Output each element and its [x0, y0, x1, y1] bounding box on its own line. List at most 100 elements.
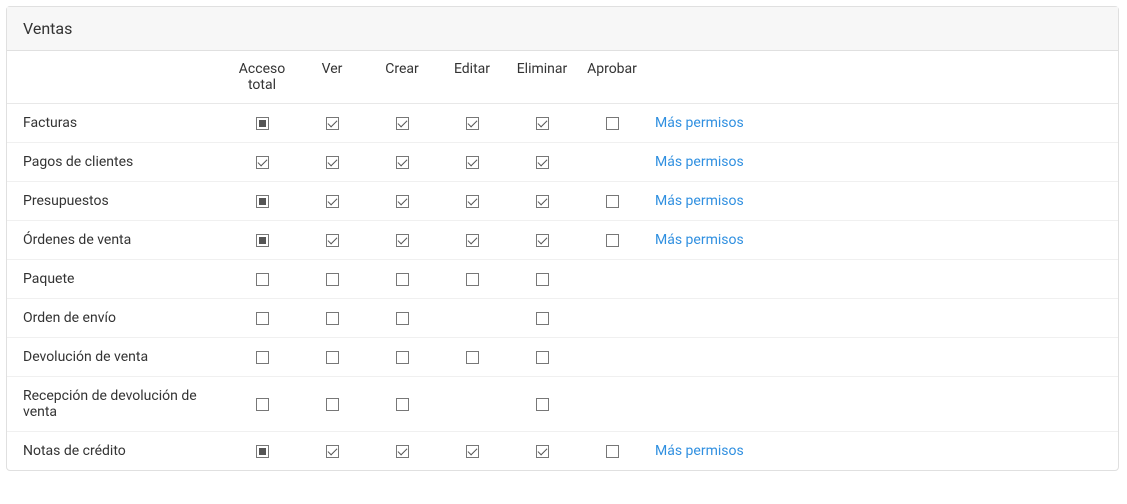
- checkbox-acceso_total[interactable]: [256, 398, 269, 411]
- checkbox-crear[interactable]: [396, 234, 409, 247]
- more-permissions-link[interactable]: Más permisos: [655, 193, 744, 209]
- cell-crear: [367, 299, 437, 338]
- cell-crear: [367, 338, 437, 377]
- cell-aprobar: [577, 260, 647, 299]
- checkbox-acceso_total[interactable]: [256, 273, 269, 286]
- cell-eliminar: [507, 377, 577, 432]
- header-editar: Editar: [437, 51, 507, 104]
- cell-editar: [437, 260, 507, 299]
- cell-more: Más permisos: [647, 432, 1118, 471]
- header-aprobar: Aprobar: [577, 51, 647, 104]
- checkbox-ver[interactable]: [326, 398, 339, 411]
- cell-more: Más permisos: [647, 104, 1118, 143]
- checkbox-acceso_total[interactable]: [256, 445, 269, 458]
- checkbox-eliminar[interactable]: [536, 156, 549, 169]
- checkbox-crear[interactable]: [396, 273, 409, 286]
- cell-aprobar: [577, 377, 647, 432]
- cell-crear: [367, 104, 437, 143]
- table-row: Paquete: [7, 260, 1118, 299]
- cell-more: Más permisos: [647, 182, 1118, 221]
- checkbox-crear[interactable]: [396, 195, 409, 208]
- cell-eliminar: [507, 299, 577, 338]
- checkbox-acceso_total[interactable]: [256, 351, 269, 364]
- cell-more: Más permisos: [647, 143, 1118, 182]
- cell-aprobar: [577, 221, 647, 260]
- checkbox-acceso_total[interactable]: [256, 234, 269, 247]
- checkbox-ver[interactable]: [326, 117, 339, 130]
- checkbox-eliminar[interactable]: [536, 195, 549, 208]
- checkbox-acceso_total[interactable]: [256, 117, 269, 130]
- checkbox-crear[interactable]: [396, 445, 409, 458]
- checkbox-editar[interactable]: [466, 156, 479, 169]
- checkbox-ver[interactable]: [326, 234, 339, 247]
- checkbox-eliminar[interactable]: [536, 234, 549, 247]
- header-acceso-total: Acceso total: [227, 51, 297, 104]
- row-label: Pagos de clientes: [7, 143, 227, 182]
- cell-editar: [437, 338, 507, 377]
- checkbox-crear[interactable]: [396, 398, 409, 411]
- checkbox-eliminar[interactable]: [536, 351, 549, 364]
- checkbox-acceso_total[interactable]: [256, 312, 269, 325]
- checkbox-ver[interactable]: [326, 312, 339, 325]
- checkbox-ver[interactable]: [326, 273, 339, 286]
- checkbox-eliminar[interactable]: [536, 312, 549, 325]
- row-label: Devolución de venta: [7, 338, 227, 377]
- row-label: Paquete: [7, 260, 227, 299]
- checkbox-ver[interactable]: [326, 156, 339, 169]
- checkbox-acceso_total[interactable]: [256, 195, 269, 208]
- more-permissions-link[interactable]: Más permisos: [655, 154, 744, 170]
- cell-eliminar: [507, 182, 577, 221]
- header-more: [647, 51, 1118, 104]
- table-row: PresupuestosMás permisos: [7, 182, 1118, 221]
- checkbox-editar[interactable]: [466, 234, 479, 247]
- row-label: Facturas: [7, 104, 227, 143]
- cell-acceso_total: [227, 432, 297, 471]
- row-label: Orden de envío: [7, 299, 227, 338]
- more-permissions-link[interactable]: Más permisos: [655, 115, 744, 131]
- checkbox-crear[interactable]: [396, 351, 409, 364]
- cell-aprobar: [577, 143, 647, 182]
- checkbox-editar[interactable]: [466, 195, 479, 208]
- cell-crear: [367, 432, 437, 471]
- checkbox-crear[interactable]: [396, 156, 409, 169]
- checkbox-crear[interactable]: [396, 117, 409, 130]
- checkbox-eliminar[interactable]: [536, 273, 549, 286]
- table-row: Notas de créditoMás permisos: [7, 432, 1118, 471]
- checkbox-ver[interactable]: [326, 195, 339, 208]
- checkbox-eliminar[interactable]: [536, 117, 549, 130]
- cell-editar: [437, 221, 507, 260]
- cell-more: [647, 338, 1118, 377]
- checkbox-editar[interactable]: [466, 117, 479, 130]
- cell-ver: [297, 104, 367, 143]
- more-permissions-link[interactable]: Más permisos: [655, 443, 744, 459]
- cell-aprobar: [577, 299, 647, 338]
- more-permissions-link[interactable]: Más permisos: [655, 232, 744, 248]
- checkbox-editar[interactable]: [466, 351, 479, 364]
- cell-eliminar: [507, 221, 577, 260]
- checkbox-aprobar[interactable]: [606, 195, 619, 208]
- cell-acceso_total: [227, 104, 297, 143]
- checkbox-aprobar[interactable]: [606, 445, 619, 458]
- cell-aprobar: [577, 104, 647, 143]
- cell-ver: [297, 260, 367, 299]
- cell-more: [647, 260, 1118, 299]
- checkbox-editar[interactable]: [466, 273, 479, 286]
- table-row: Facturas Más permisos: [7, 104, 1118, 143]
- permissions-panel: Ventas Acceso total Ver Crear Editar Eli…: [6, 6, 1119, 471]
- checkbox-eliminar[interactable]: [536, 445, 549, 458]
- cell-ver: [297, 182, 367, 221]
- checkbox-editar[interactable]: [466, 445, 479, 458]
- cell-acceso_total: [227, 221, 297, 260]
- table-row: Orden de envío: [7, 299, 1118, 338]
- header-label: [7, 51, 227, 104]
- checkbox-ver[interactable]: [326, 351, 339, 364]
- checkbox-eliminar[interactable]: [536, 398, 549, 411]
- cell-editar: [437, 104, 507, 143]
- checkbox-ver[interactable]: [326, 445, 339, 458]
- checkbox-crear[interactable]: [396, 312, 409, 325]
- checkbox-aprobar[interactable]: [606, 117, 619, 130]
- cell-eliminar: [507, 338, 577, 377]
- checkbox-acceso_total[interactable]: [256, 156, 269, 169]
- cell-acceso_total: [227, 338, 297, 377]
- checkbox-aprobar[interactable]: [606, 234, 619, 247]
